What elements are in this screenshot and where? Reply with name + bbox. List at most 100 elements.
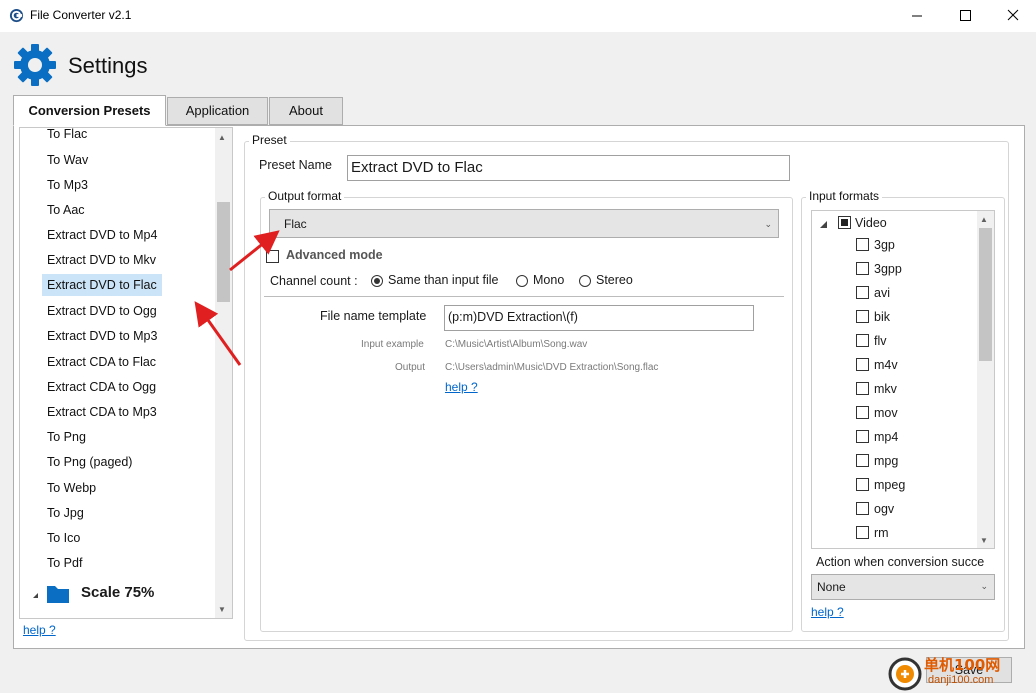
input-formats-group-label: Input formats — [806, 189, 883, 203]
tab-application[interactable]: Application — [167, 97, 268, 125]
close-icon — [1007, 9, 1019, 21]
format-checkbox[interactable] — [856, 238, 869, 251]
radio-mono[interactable] — [516, 275, 528, 287]
tree-node-video[interactable]: Video — [818, 213, 968, 233]
format-checkbox[interactable] — [856, 502, 869, 515]
output-format-dropdown[interactable]: Flac ⌄ — [269, 209, 779, 238]
preset-item[interactable]: To Pdf — [42, 552, 87, 574]
divider — [264, 296, 784, 297]
page-title: Settings — [68, 53, 148, 78]
file-name-template-label: File name template — [320, 309, 427, 323]
preset-item[interactable]: Extract DVD to Mp4 — [42, 224, 162, 246]
scroll-up-icon[interactable]: ▲ — [218, 133, 226, 142]
gear-icon — [14, 44, 56, 86]
format-label: m4v — [874, 358, 898, 372]
input-formats-tree[interactable]: Video 3gp 3gpp avi bik flv m4v mkv mov m… — [811, 210, 995, 549]
maximize-button[interactable] — [942, 0, 988, 32]
preset-item[interactable]: To Ico — [42, 527, 85, 549]
scroll-down-icon[interactable]: ▼ — [218, 605, 226, 614]
file-name-template-input[interactable]: (p:m)DVD Extraction\(f) — [444, 305, 754, 331]
radio-same-than-input[interactable] — [371, 275, 383, 287]
app-icon — [9, 8, 24, 23]
format-label: bik — [874, 310, 890, 324]
action-on-success-label: Action when conversion succe — [816, 555, 985, 569]
scroll-up-icon[interactable]: ▲ — [980, 215, 988, 224]
preset-item[interactable]: To Wav — [42, 149, 93, 171]
format-checkbox[interactable] — [856, 358, 869, 371]
watermark-logo: 单机100网 danji100.com — [888, 650, 1036, 693]
format-checkbox[interactable] — [856, 382, 869, 395]
format-checkbox[interactable] — [856, 310, 869, 323]
preset-item[interactable]: Extract DVD to Mp3 — [42, 325, 162, 347]
output-format-group — [260, 197, 793, 632]
preset-item[interactable]: To Flac — [42, 128, 92, 145]
format-checkbox[interactable] — [856, 526, 869, 539]
title-bar: File Converter v2.1 — [0, 0, 1036, 32]
preset-list-help-link[interactable]: help ? — [23, 623, 56, 637]
expand-triangle-icon — [33, 593, 38, 598]
preset-name-input[interactable]: Extract DVD to Flac — [347, 155, 790, 181]
advanced-mode-label: Advanced mode — [286, 248, 383, 262]
tab-conversion-presets[interactable]: Conversion Presets — [13, 95, 166, 126]
output-format-group-label: Output format — [265, 189, 345, 203]
chevron-down-icon: ⌄ — [764, 219, 772, 229]
radio-stereo[interactable] — [579, 275, 591, 287]
scrollbar-thumb[interactable] — [979, 228, 992, 361]
preset-item[interactable]: To Jpg — [42, 502, 89, 524]
input-formats-help-link[interactable]: help ? — [811, 605, 844, 619]
preset-list-scrollbar[interactable]: ▲ ▼ — [215, 128, 232, 618]
preset-item[interactable]: To Aac — [42, 199, 90, 221]
tab-about[interactable]: About — [269, 97, 343, 125]
collapse-triangle-icon[interactable] — [818, 218, 830, 230]
action-on-success-value: None — [817, 580, 846, 594]
input-formats-scrollbar[interactable]: ▲ ▼ — [977, 211, 994, 548]
preset-item[interactable]: To Png (paged) — [42, 451, 137, 473]
preset-item-selected[interactable]: Extract DVD to Flac — [42, 274, 162, 296]
folder-icon — [33, 586, 69, 603]
preset-help-link[interactable]: help ? — [445, 380, 478, 394]
format-label: rm — [874, 526, 889, 540]
format-checkbox[interactable] — [856, 454, 869, 467]
input-example-value: C:\Music\Artist\Album\Song.wav — [445, 339, 588, 350]
watermark-text: 单机100网 — [924, 656, 1001, 674]
radio-stereo-label: Stereo — [596, 273, 633, 287]
preset-item[interactable]: Extract CDA to Flac — [42, 351, 161, 373]
scroll-down-icon[interactable]: ▼ — [980, 536, 988, 545]
preset-item[interactable]: Extract CDA to Mp3 — [42, 401, 162, 423]
advanced-mode-checkbox[interactable] — [266, 250, 279, 263]
minimize-button[interactable] — [894, 0, 940, 32]
watermark-url: danji100.com — [928, 674, 994, 686]
radio-mono-label: Mono — [533, 273, 565, 287]
format-label: mov — [874, 406, 898, 420]
format-label: ogv — [874, 502, 895, 516]
video-category-checkbox[interactable] — [838, 216, 851, 229]
preset-list[interactable]: To Flac To Wav To Mp3 To Aac Extract DVD… — [19, 127, 233, 619]
window-title: File Converter v2.1 — [30, 8, 132, 22]
minimize-icon — [912, 15, 922, 17]
format-label: mpg — [874, 454, 899, 468]
format-checkbox[interactable] — [856, 478, 869, 491]
preset-item[interactable]: To Webp — [42, 477, 101, 499]
scrollbar-thumb[interactable] — [217, 202, 230, 302]
format-label: mkv — [874, 382, 897, 396]
format-label: flv — [874, 334, 887, 348]
format-checkbox[interactable] — [856, 262, 869, 275]
format-checkbox[interactable] — [856, 286, 869, 299]
format-label: mp4 — [874, 430, 899, 444]
preset-item[interactable]: Extract CDA to Ogg — [42, 376, 161, 398]
preset-item[interactable]: To Png — [42, 426, 91, 448]
preset-item[interactable]: Extract DVD to Ogg — [42, 300, 162, 322]
radio-same-than-input-label: Same than input file — [388, 273, 499, 287]
preset-item[interactable]: Extract DVD to Mkv — [42, 249, 161, 271]
preset-item[interactable]: To Mp3 — [42, 174, 93, 196]
action-on-success-dropdown[interactable]: None ⌄ — [811, 574, 995, 600]
watermark-icon — [888, 657, 922, 691]
close-button[interactable] — [990, 0, 1036, 32]
format-label: 3gp — [874, 238, 895, 252]
input-example-label: Input example — [361, 339, 424, 350]
format-checkbox[interactable] — [856, 334, 869, 347]
video-category-label: Video — [855, 216, 887, 230]
format-checkbox[interactable] — [856, 430, 869, 443]
preset-group-label: Preset — [249, 133, 290, 147]
format-checkbox[interactable] — [856, 406, 869, 419]
